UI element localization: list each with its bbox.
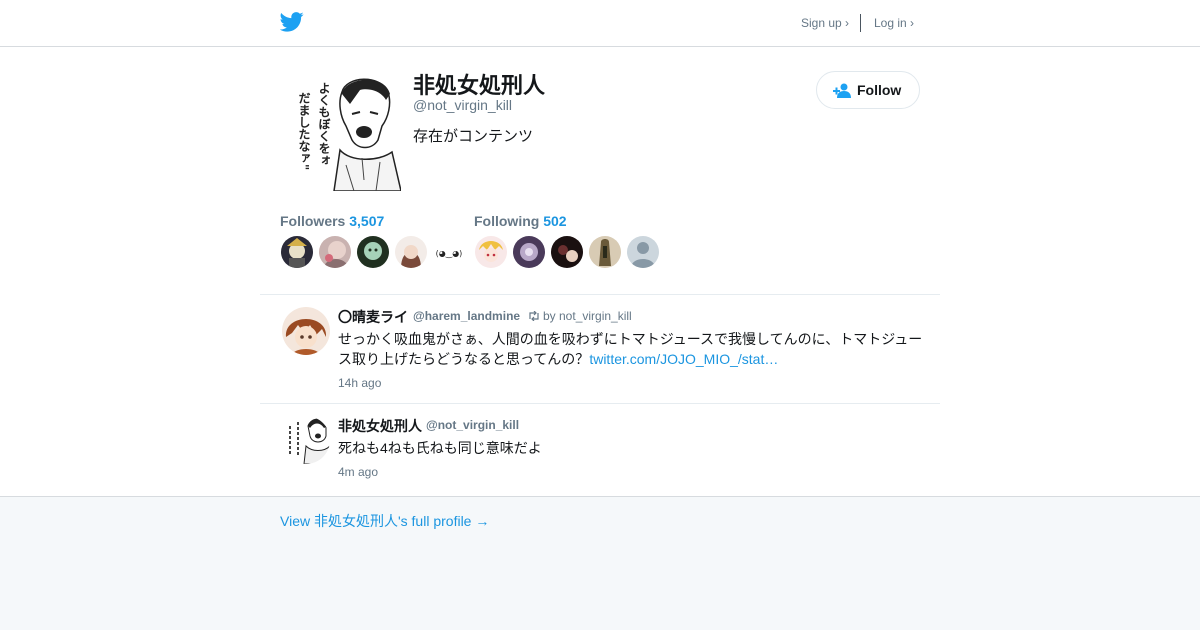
add-user-icon	[833, 83, 851, 98]
svg-text:よくもぼくをォ: よくもぼくをォ	[317, 82, 331, 166]
tweet-timestamp[interactable]: 14h ago	[338, 376, 381, 390]
tweet-author-handle[interactable]: @not_virgin_kill	[426, 418, 519, 432]
follower-avatar[interactable]	[357, 236, 389, 268]
tweet-author-avatar[interactable]	[282, 307, 330, 355]
view-full-profile-link[interactable]: View 非処女処刑人's full profile →	[280, 511, 489, 531]
followers-link[interactable]: Followers 3,507	[280, 213, 384, 229]
following-avatar[interactable]	[627, 236, 659, 268]
tweet-timestamp[interactable]: 4m ago	[338, 465, 378, 479]
following-avatar[interactable]	[475, 236, 507, 268]
login-link[interactable]: Log in ›	[874, 16, 914, 30]
following-count: 502	[543, 213, 567, 229]
following-avatar[interactable]	[589, 236, 621, 268]
divider	[260, 403, 940, 404]
followers-label: Followers	[280, 213, 346, 229]
tweet-author-handle[interactable]: @harem_landmine	[413, 309, 520, 323]
follower-avatar[interactable]: (◕‿◕)	[433, 236, 465, 268]
profile-card	[0, 47, 1200, 497]
tweet-text: せっかく吸血鬼がさぁ、人間の血を吸わずにトマトジュースで我慢してんのに、トマトジ…	[338, 329, 930, 369]
tweet-link[interactable]: twitter.com/JOJO_MIO_/stat…	[589, 351, 778, 367]
following-link[interactable]: Following 502	[474, 213, 567, 229]
follower-avatar[interactable]	[281, 236, 313, 268]
following-avatar[interactable]	[551, 236, 583, 268]
following-label: Following	[474, 213, 540, 229]
profile-bio: 存在がコンテンツ	[413, 128, 534, 145]
profile-handle: @not_virgin_kill	[413, 97, 513, 113]
profile-avatar[interactable]: よくもぼくをォ だましたなァ"	[280, 70, 401, 191]
nav-divider	[860, 14, 861, 32]
kaomoji-text: (◕‿◕)	[436, 249, 463, 258]
follow-button-label: Follow	[857, 82, 902, 98]
follower-avatar[interactable]	[395, 236, 427, 268]
following-avatar[interactable]	[513, 236, 545, 268]
top-bar: Sign up › Log in ›	[0, 0, 1200, 47]
divider	[260, 294, 940, 295]
tweet-text: 死ねも4ねも氏ねも同じ意味だよ	[338, 440, 542, 456]
retweet-icon	[529, 311, 539, 321]
signup-link[interactable]: Sign up ›	[801, 16, 849, 30]
twitter-bird-icon[interactable]	[280, 11, 304, 33]
tweet-author-name[interactable]: 非処女処刑人	[338, 416, 422, 436]
follow-button[interactable]: Follow	[816, 71, 920, 109]
tweet-author-name[interactable]: 〇晴麦ライ	[338, 307, 408, 327]
profile-display-name[interactable]: 非処女処刑人	[413, 68, 545, 100]
follower-avatar[interactable]	[319, 236, 351, 268]
tweet-author-avatar[interactable]	[282, 416, 330, 464]
retweeted-by[interactable]: by not_virgin_kill	[543, 309, 632, 323]
svg-text:だましたなァ": だましたなァ"	[297, 92, 311, 171]
followers-count: 3,507	[349, 213, 385, 229]
